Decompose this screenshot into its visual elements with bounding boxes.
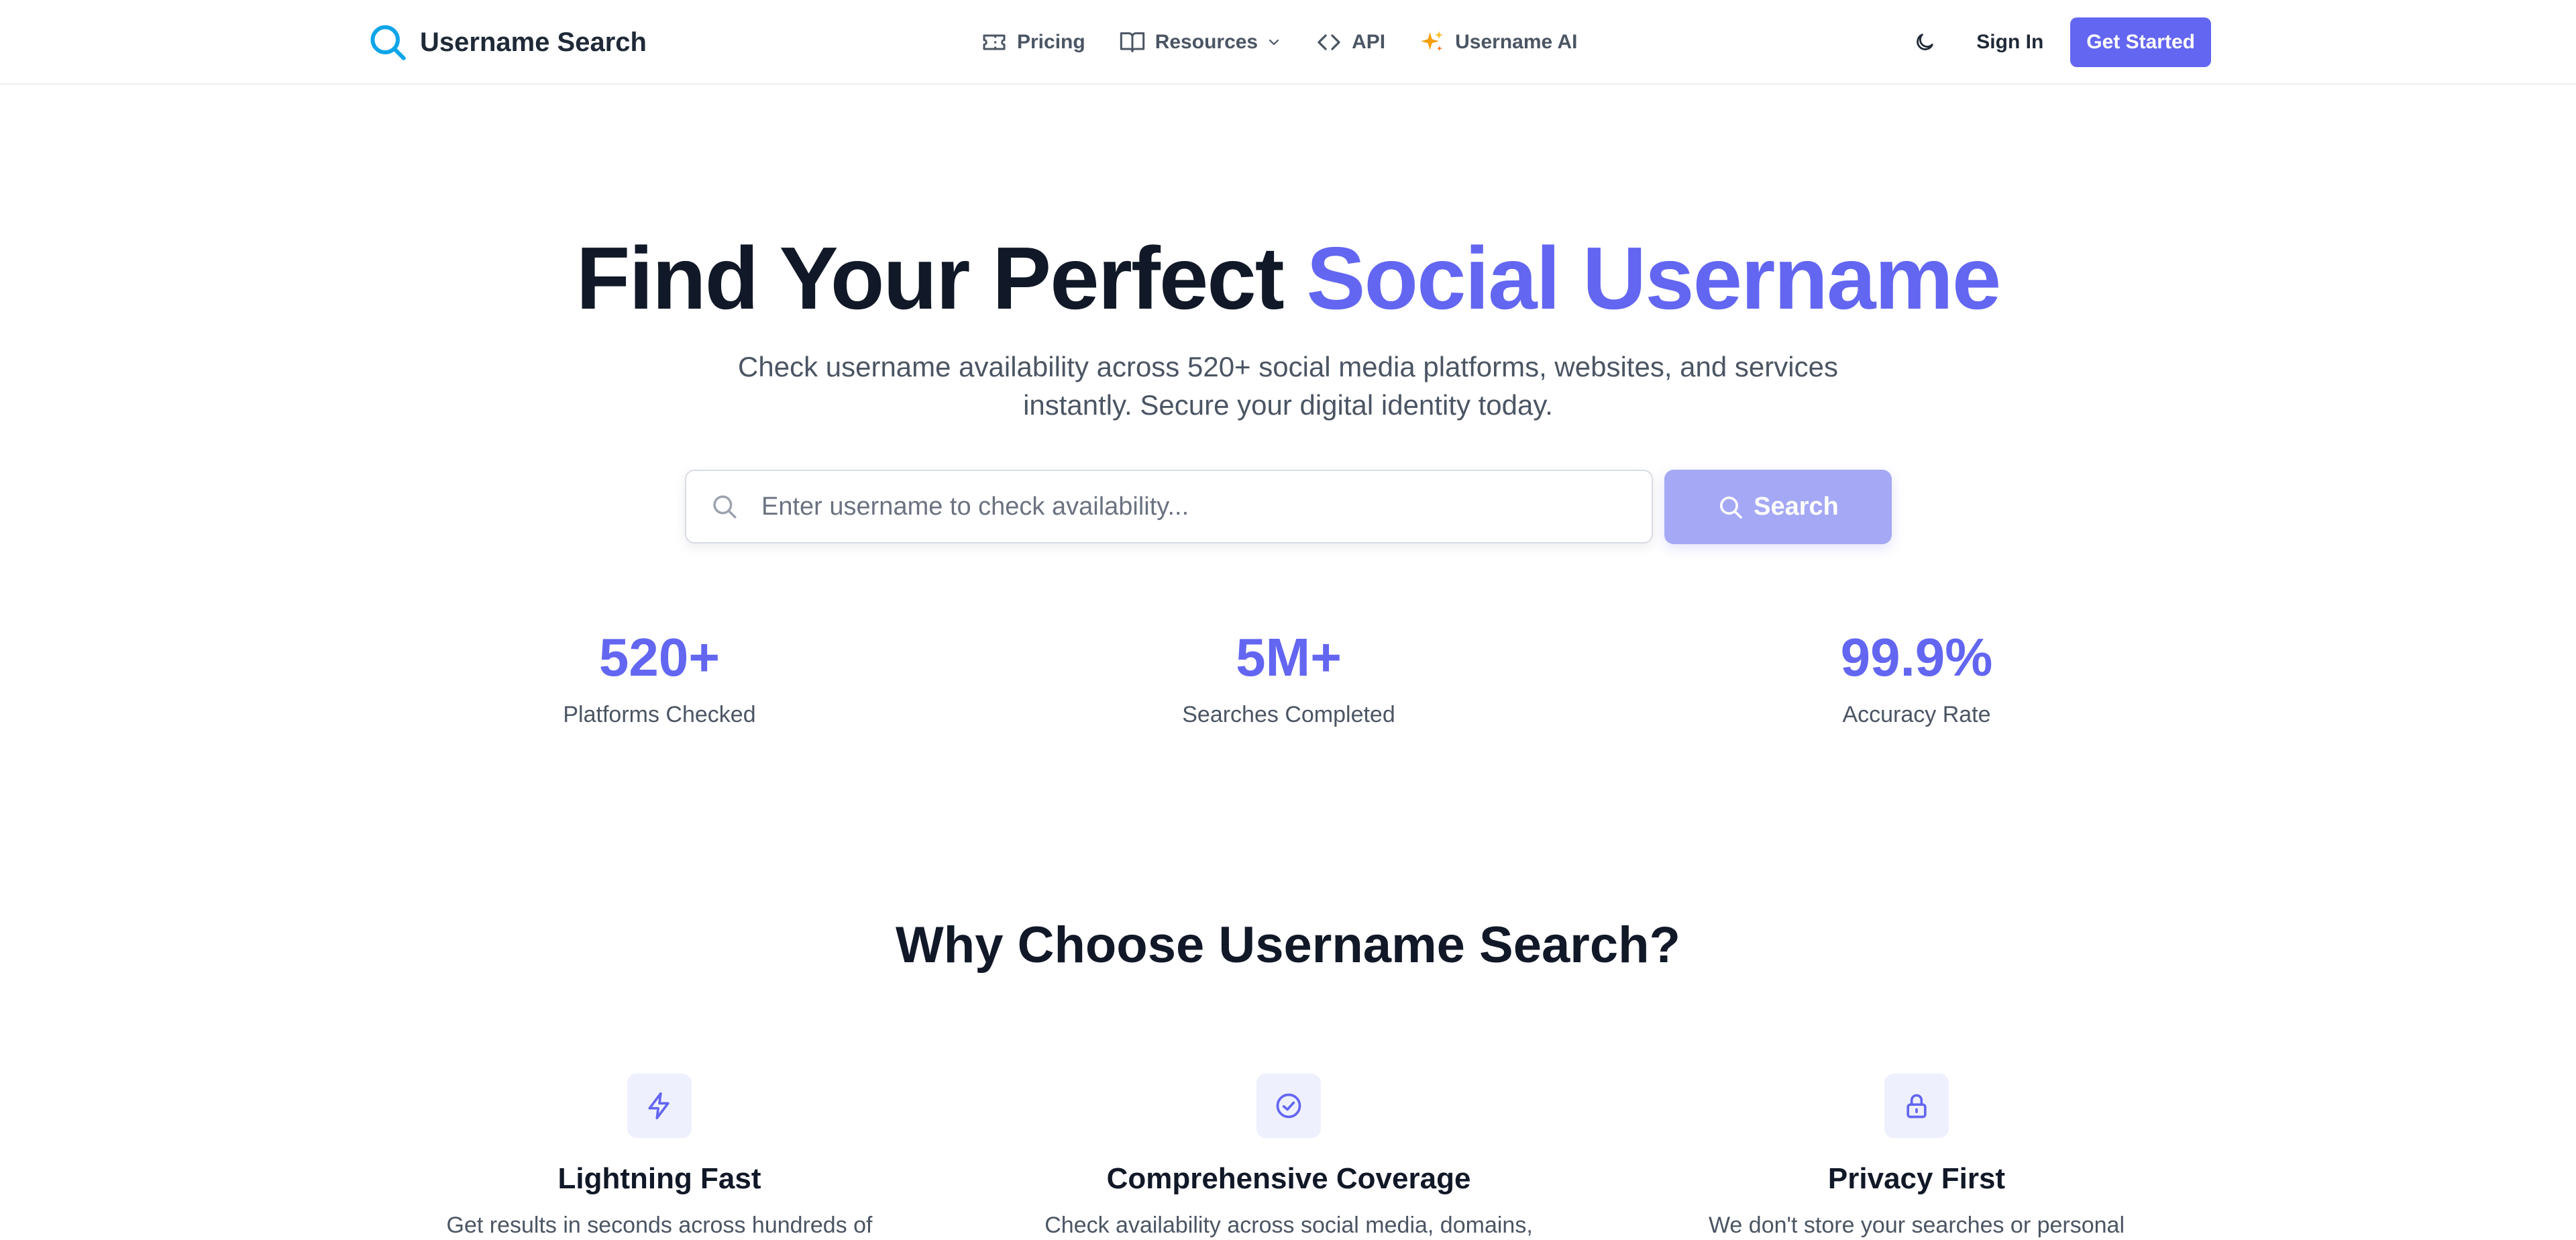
- moon-icon: [1917, 34, 1934, 50]
- main-nav: Pricing Resources API Username AI: [981, 21, 1611, 63]
- hero-subtitle: Check username availability across 520+ …: [738, 351, 1838, 421]
- feature-description: We don't store your searches or personal: [1708, 1212, 2125, 1238]
- lightning-icon: [648, 1092, 669, 1120]
- feature-description: Check availability across social media, …: [1044, 1212, 1533, 1238]
- nav-link-api-label: API: [1352, 31, 1386, 53]
- code-icon: [1318, 34, 1340, 50]
- nav-link-username-ai-label: Username AI: [1455, 31, 1578, 53]
- brand-name: Username Search: [420, 27, 647, 57]
- feature-description: Get results in seconds across hundreds o…: [446, 1212, 873, 1238]
- nav-link-resources[interactable]: Resources: [1119, 21, 1282, 63]
- nav-link-pricing-label: Pricing: [1017, 31, 1085, 53]
- feature-title: Privacy First: [1827, 1162, 2006, 1195]
- nav-link-api[interactable]: API: [1316, 21, 1385, 63]
- stat-label: Searches Completed: [1182, 702, 1395, 727]
- hero-title-accent: Social Username: [1306, 229, 2001, 327]
- feature-card-coverage: Comprehensive Coverage Check availabilit…: [987, 1074, 1591, 1240]
- ticket-icon: [983, 34, 1006, 50]
- search-button[interactable]: Search: [1664, 470, 1892, 544]
- feature-icon-badge: [1884, 1074, 1949, 1138]
- search-icon: [370, 25, 406, 60]
- lock-icon: [1907, 1094, 1927, 1119]
- stat-searches: 5M+ Searches Completed: [1087, 624, 1490, 728]
- hero-title: Find Your Perfect Social Username: [0, 228, 2576, 329]
- feature-icon-badge: [627, 1074, 692, 1138]
- stat-label: Platforms Checked: [563, 702, 756, 727]
- brand-logo-link[interactable]: Username Search: [368, 21, 647, 63]
- stat-value: 520+: [598, 627, 720, 687]
- feature-card-privacy: Privacy First We don't store your search…: [1615, 1074, 2218, 1240]
- stat-accuracy: 99.9% Accuracy Rate: [1715, 624, 2118, 728]
- nav-link-resources-label: Resources: [1155, 31, 1258, 53]
- feature-title: Lightning Fast: [557, 1162, 761, 1195]
- stat-value: 5M+: [1236, 627, 1342, 687]
- stat-platforms: 520+ Platforms Checked: [458, 624, 861, 728]
- username-search-input[interactable]: [761, 492, 1620, 521]
- sign-in-link[interactable]: Sign In: [1976, 31, 2043, 54]
- feature-title: Comprehensive Coverage: [1106, 1162, 1471, 1195]
- check-circle-icon: [1276, 1093, 1301, 1119]
- sparkles-icon: [1421, 31, 1443, 52]
- search-icon: [713, 495, 737, 519]
- nav-link-pricing[interactable]: Pricing: [981, 21, 1085, 63]
- top-navbar: Username Search Pricing Resources API Us…: [0, 0, 2576, 85]
- search-field[interactable]: [685, 470, 1653, 544]
- nav-actions: Sign In Get Started: [1900, 17, 2211, 67]
- why-section-title: Why Choose Username Search?: [896, 917, 1680, 974]
- nav-link-username-ai[interactable]: Username AI: [1419, 21, 1577, 63]
- search-button-label: Search: [1754, 493, 1839, 521]
- stat-label: Accuracy Rate: [1842, 702, 1991, 727]
- get-started-button[interactable]: Get Started: [2070, 17, 2211, 67]
- search-icon: [1720, 496, 1742, 519]
- feature-icon-badge: [1256, 1074, 1321, 1138]
- feature-card-speed: Lightning Fast Get results in seconds ac…: [358, 1074, 961, 1240]
- theme-toggle-button[interactable]: [1900, 17, 1949, 67]
- stat-value: 99.9%: [1840, 627, 1993, 687]
- hero-title-main: Find Your Perfect: [576, 229, 1307, 327]
- chevron-down-icon: [1269, 39, 1279, 46]
- book-icon: [1120, 32, 1144, 52]
